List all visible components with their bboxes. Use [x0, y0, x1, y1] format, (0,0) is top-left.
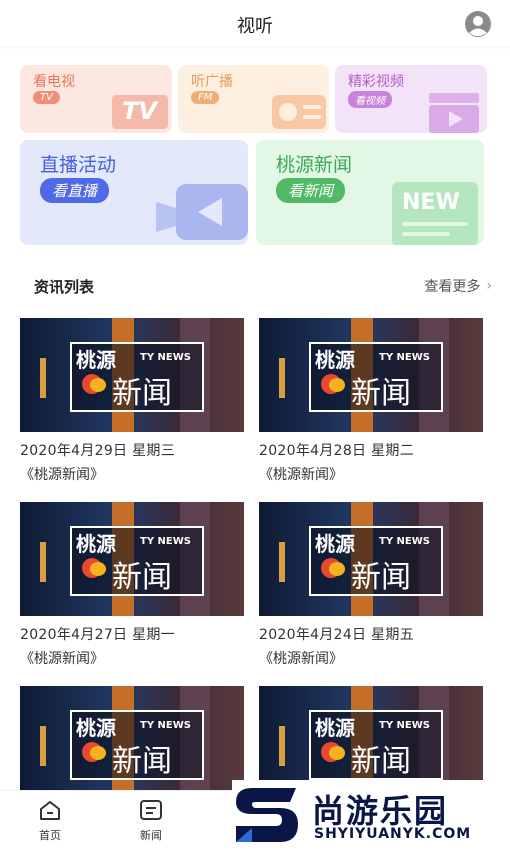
card-title: 听广播 [191, 74, 233, 90]
card-title: 桃源新闻 [276, 154, 353, 176]
news-thumbnail: 桃源 TY NEWS 新闻 [20, 502, 244, 616]
news-icon [140, 800, 162, 820]
chevron-right-icon: › [486, 278, 492, 294]
watch-tv-card[interactable]: 看电视 TV TV [20, 65, 172, 133]
newspaper-icon: NEW [392, 182, 478, 245]
listen-radio-card[interactable]: 听广播 FM [178, 65, 329, 133]
tab-news[interactable]: 新闻 [126, 799, 176, 843]
clapperboard-icon [429, 93, 479, 133]
section-title: 资讯列表 [34, 278, 95, 296]
news-thumbnail: 桃源 TY NEWS 新闻 [20, 686, 244, 800]
page-title: 视听 [237, 16, 273, 37]
news-program: 《桃源新闻》 [259, 467, 343, 483]
news-thumbnail: 桃源 TY NEWS 新闻 [259, 502, 483, 616]
live-events-card[interactable]: 直播活动 看直播 [20, 140, 248, 245]
featured-video-card[interactable]: 精彩视频 看视频 [335, 65, 487, 133]
news-program: 《桃源新闻》 [20, 467, 104, 483]
radio-icon [272, 95, 326, 129]
card-title: 看电视 [33, 74, 75, 90]
user-circle-icon[interactable] [464, 10, 492, 38]
watermark-logo: 尚游乐园 SHYIYUANYK.COM [232, 780, 510, 850]
news-list-item[interactable]: 桃源 TY NEWS 新闻 2020年4月28日 星期二 《桃源新闻》 [259, 318, 483, 484]
video-camera-icon [156, 184, 248, 240]
card-badge: 看视频 [348, 91, 392, 108]
tab-news-label: 新闻 [140, 829, 162, 842]
view-more-link[interactable]: 查看更多 › [424, 276, 492, 296]
news-date: 2020年4月27日 星期一 [20, 627, 176, 643]
card-badge: TV [33, 91, 60, 104]
card-title: 精彩视频 [348, 74, 404, 90]
news-thumbnail: 桃源 TY NEWS 新闻 [259, 318, 483, 432]
news-date: 2020年4月28日 星期二 [259, 443, 415, 459]
news-thumbnail: 桃源 TY NEWS 新闻 [20, 318, 244, 432]
news-list-item[interactable]: 桃源 TY NEWS 新闻 2020年4月24日 星期五 《桃源新闻》 [259, 502, 483, 668]
tab-home[interactable]: 首页 [25, 799, 75, 843]
tv-icon: TV [112, 95, 168, 129]
news-date: 2020年4月24日 星期五 [259, 627, 415, 643]
card-title: 直播活动 [40, 154, 117, 176]
news-program: 《桃源新闻》 [259, 651, 343, 667]
tab-home-label: 首页 [39, 829, 61, 842]
news-list-item[interactable]: 桃源 TY NEWS 新闻 2020年4月29日 星期三 《桃源新闻》 [20, 318, 244, 484]
view-more-label: 查看更多 [424, 279, 481, 295]
home-icon [40, 801, 60, 820]
news-list-item[interactable]: 桃源 TY NEWS 新闻 2020年4月27日 星期一 《桃源新闻》 [20, 502, 244, 668]
card-badge: FM [191, 91, 220, 104]
card-badge: 看新闻 [276, 178, 346, 203]
news-program: 《桃源新闻》 [20, 651, 104, 667]
news-date: 2020年4月29日 星期三 [20, 443, 176, 459]
card-badge: 看直播 [40, 178, 110, 203]
top-bar: 视听 [0, 0, 510, 46]
brand-s-logo [236, 788, 298, 842]
local-news-card[interactable]: 桃源新闻 看新闻 NEW [256, 140, 484, 245]
